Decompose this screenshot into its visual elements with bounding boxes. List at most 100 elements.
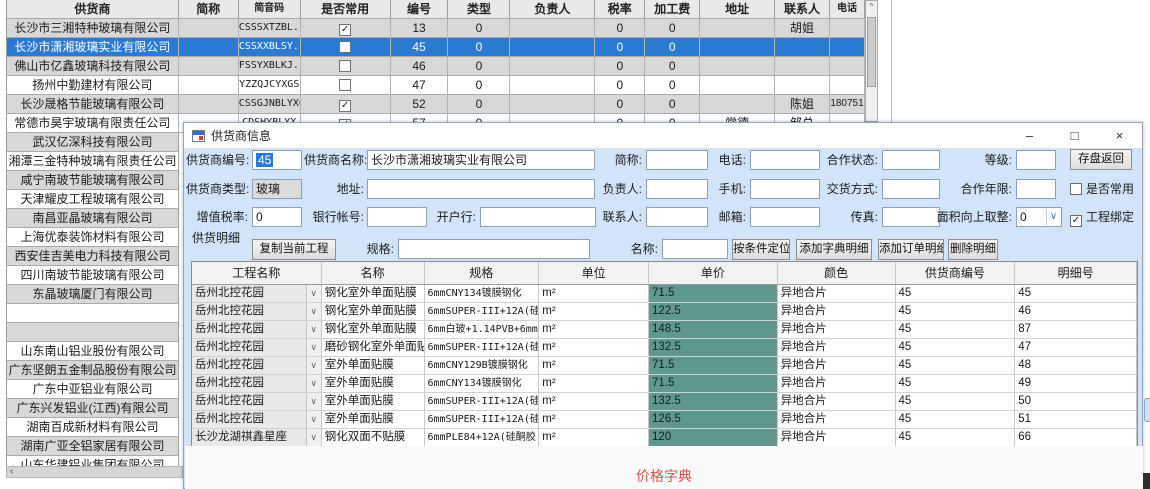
mobile-input[interactable] bbox=[750, 179, 820, 199]
supplier-row[interactable]: 广东坚朗五金制品股份有限公司 bbox=[7, 361, 179, 380]
grid-row[interactable]: 岳州北控花园∨钢化室外单面贴膜6mm白玻+1.14PVB+6mm...m²148… bbox=[192, 321, 1137, 339]
supplier-row[interactable]: 长沙市潇湘玻璃实业有限公司CSSXXBLSY..45000 bbox=[7, 38, 865, 57]
chevron-down-icon[interactable]: ∨ bbox=[306, 393, 321, 410]
supplier-row[interactable]: 长沙市三湘特种玻璃有限公司CSSSXTZBL..13000胡姐 bbox=[7, 19, 865, 38]
vertical-scrollbar[interactable]: ^ bbox=[865, 0, 878, 122]
delivery-method-input[interactable] bbox=[882, 179, 940, 199]
supplier-row[interactable]: 长沙晟格节能玻璃有限公司CSSGJNBLYXGS52000陈姐180751 bbox=[7, 95, 865, 114]
scrollbar-thumb[interactable] bbox=[867, 17, 876, 87]
maximize-button[interactable]: □ bbox=[1052, 123, 1097, 148]
save-return-button[interactable]: 存盘返回 bbox=[1070, 149, 1132, 170]
project-name-combobox[interactable]: 岳州北控花园∨ bbox=[192, 375, 322, 392]
chevron-down-icon[interactable]: ∨ bbox=[306, 357, 321, 374]
chevron-down-icon[interactable]: ∨ bbox=[306, 321, 321, 338]
supplier-row[interactable]: 天津耀皮工程玻璃有限公司 bbox=[7, 190, 179, 209]
column-header[interactable]: 是否常用 bbox=[301, 0, 391, 18]
grade-input[interactable] bbox=[1016, 150, 1056, 170]
add-order-detail-button[interactable]: 添加订单明细 bbox=[878, 239, 944, 260]
supplier-row[interactable] bbox=[7, 304, 179, 323]
horizontal-scrollbar[interactable]: ‹ bbox=[6, 466, 183, 478]
grid-row[interactable]: 岳州北控花园∨钢化室外单面贴膜6mmCNY134镀膜钢化m²71.5异地合片45… bbox=[192, 285, 1137, 303]
column-header[interactable]: 加工费 bbox=[645, 0, 700, 18]
project-bind-checkbox[interactable]: 工程绑定 bbox=[1070, 207, 1134, 227]
phone-input[interactable] bbox=[750, 150, 820, 170]
project-name-combobox[interactable]: 岳州北控花园∨ bbox=[192, 393, 322, 410]
supplier-row[interactable]: 山东南山铝业股份有限公司 bbox=[7, 342, 179, 361]
supplier-row[interactable]: 湘潭三金特种玻璃有限责任公司 bbox=[7, 152, 179, 171]
supplier-row[interactable]: 南昌亚晶玻璃有限公司 bbox=[7, 209, 179, 228]
add-dictionary-detail-button[interactable]: 添加字典明细 bbox=[796, 239, 872, 260]
column-header[interactable]: 电话 bbox=[830, 0, 865, 18]
supplier-row[interactable]: 广东中亚铝业有限公司 bbox=[7, 380, 179, 399]
chevron-down-icon[interactable]: ∨ bbox=[306, 411, 321, 428]
coop-status-input[interactable] bbox=[882, 150, 940, 170]
grid-row[interactable]: 岳州北控花园∨磨砂钢化室外单面贴膜6mmSUPER-III+12A(硅...m²… bbox=[192, 339, 1137, 357]
scroll-left-arrow-icon[interactable]: ‹ bbox=[10, 466, 13, 477]
supplier-row[interactable]: 湖南广亚全铝家居有限公司 bbox=[7, 437, 179, 456]
scroll-up-arrow-icon[interactable]: ^ bbox=[866, 1, 877, 15]
supplier-no-input[interactable]: 45 bbox=[252, 150, 302, 170]
area-round-up-select[interactable]: 0∨ bbox=[1016, 207, 1062, 227]
project-name-combobox[interactable]: 岳州北控花园∨ bbox=[192, 357, 322, 374]
column-header[interactable]: 编号 bbox=[391, 0, 449, 18]
common-use-checkbox[interactable] bbox=[301, 57, 391, 75]
supplier-name-input[interactable]: 长沙市潇湘玻璃实业有限公司 bbox=[367, 150, 595, 170]
column-header[interactable]: 地址 bbox=[700, 0, 775, 18]
coop-years-input[interactable] bbox=[1016, 179, 1056, 199]
chevron-down-icon[interactable]: ∨ bbox=[306, 339, 321, 356]
grid-column-header[interactable]: 供货商编号 bbox=[896, 262, 1016, 284]
supplier-row[interactable]: 咸宁南玻节能玻璃有限公司 bbox=[7, 171, 179, 190]
bank-account-input[interactable] bbox=[367, 207, 427, 227]
supplier-row[interactable]: 东晶玻璃厦门有限公司 bbox=[7, 285, 179, 304]
supplier-row[interactable]: 广东兴发铝业(江西)有限公司 bbox=[7, 399, 179, 418]
common-use-checkbox[interactable] bbox=[301, 95, 391, 113]
supplier-row[interactable]: 西安佳吉美电力科技有限公司 bbox=[7, 247, 179, 266]
short-name-input[interactable] bbox=[646, 150, 708, 170]
supplier-row[interactable]: 湖南百成新材料有限公司 bbox=[7, 418, 179, 437]
column-header[interactable]: 供货商 bbox=[7, 0, 179, 18]
supplier-row[interactable]: 上海优泰装饰材料有限公司 bbox=[7, 228, 179, 247]
is-common-checkbox[interactable]: 是否常用 bbox=[1070, 179, 1134, 199]
grid-column-header[interactable]: 工程名称 bbox=[192, 262, 322, 284]
chevron-down-icon[interactable]: ∨ bbox=[306, 429, 321, 446]
grid-row[interactable]: 岳州北控花园∨室外单面贴膜6mmSUPER-III+12A(硅...m²132.… bbox=[192, 393, 1137, 411]
contact-input[interactable] bbox=[646, 207, 708, 227]
bank-branch-input[interactable] bbox=[480, 207, 596, 227]
supplier-row[interactable]: 四川南玻节能玻璃有限公司 bbox=[7, 266, 179, 285]
close-button[interactable]: × bbox=[1097, 123, 1142, 148]
locate-by-condition-button[interactable]: 按条件定位 bbox=[732, 239, 790, 260]
common-use-checkbox[interactable] bbox=[301, 38, 391, 56]
name-filter-input[interactable] bbox=[662, 239, 728, 259]
address-input[interactable] bbox=[367, 179, 595, 199]
project-name-combobox[interactable]: 岳州北控花园∨ bbox=[192, 411, 322, 428]
grid-row[interactable]: 岳州北控花园∨室外单面贴膜6mmSUPER-III+12A(硅...m²126.… bbox=[192, 411, 1137, 429]
column-header[interactable]: 类型 bbox=[448, 0, 510, 18]
manager-input[interactable] bbox=[646, 179, 708, 199]
chevron-down-icon[interactable]: ∨ bbox=[306, 375, 321, 392]
common-use-checkbox[interactable] bbox=[301, 19, 391, 37]
project-name-combobox[interactable]: 岳州北控花园∨ bbox=[192, 339, 322, 356]
grid-column-header[interactable]: 单价 bbox=[649, 262, 778, 284]
column-header[interactable]: 联系人 bbox=[775, 0, 830, 18]
column-header[interactable]: 简音码 bbox=[239, 0, 301, 18]
spec-filter-input[interactable] bbox=[398, 239, 590, 259]
chevron-down-icon[interactable]: ∨ bbox=[306, 285, 321, 302]
supplier-row[interactable]: 武汉亿深科技有限公司 bbox=[7, 133, 179, 152]
grid-column-header[interactable]: 明细号 bbox=[1015, 262, 1137, 284]
supplier-row[interactable]: 扬州中勤建材有限公司YZZQJCYXGS47000 bbox=[7, 76, 865, 95]
column-header[interactable]: 简称 bbox=[179, 0, 239, 18]
dialog-titlebar[interactable]: 供货商信息 – □ × bbox=[184, 123, 1142, 149]
grid-row[interactable]: 岳州北控花园∨室外单面贴膜6mmCNY129B镀膜钢化m²71.5异地合片454… bbox=[192, 357, 1137, 375]
grid-column-header[interactable]: 颜色 bbox=[778, 262, 896, 284]
grid-row[interactable]: 岳州北控花园∨室外单面贴膜6mmCNY134镀膜钢化m²71.5异地合片4549 bbox=[192, 375, 1137, 393]
project-name-combobox[interactable]: 岳州北控花园∨ bbox=[192, 303, 322, 320]
delete-detail-button[interactable]: 删除明细 bbox=[948, 239, 998, 260]
common-use-checkbox[interactable] bbox=[301, 76, 391, 94]
chevron-down-icon[interactable]: ∨ bbox=[1046, 209, 1060, 225]
column-header[interactable]: 税率 bbox=[595, 0, 645, 18]
copy-current-project-button[interactable]: 复制当前工程 bbox=[252, 239, 336, 260]
supplier-row[interactable] bbox=[7, 323, 179, 342]
grid-row[interactable]: 长沙龙湖祺鑫星座∨钢化双面不贴膜6mmPLE84+12A(硅酮胶...m²120… bbox=[192, 429, 1137, 447]
vat-rate-input[interactable]: 0 bbox=[252, 207, 302, 227]
grid-column-header[interactable]: 单位 bbox=[539, 262, 649, 284]
